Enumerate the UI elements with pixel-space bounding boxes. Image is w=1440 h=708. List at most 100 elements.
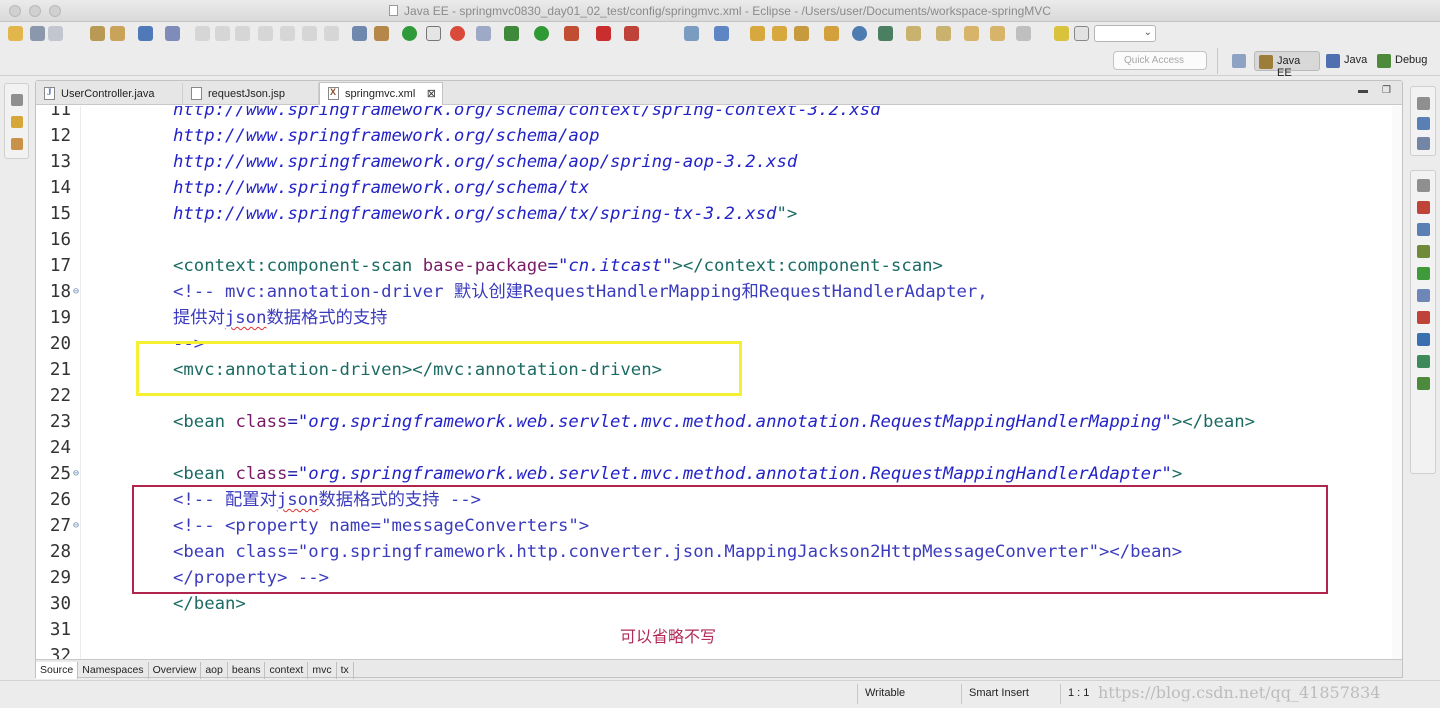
snippets-icon[interactable] [1417,289,1430,302]
line-number: 25 [49,464,71,484]
debug-server-icon[interactable] [450,26,465,41]
skip-breakpoints-icon[interactable] [165,26,180,41]
resume-icon[interactable] [195,26,210,41]
open-folder-icon[interactable] [824,26,839,41]
external-tools-icon[interactable] [564,26,579,41]
line-number: 22 [49,386,71,406]
line-number: 31 [49,620,71,640]
progress-icon[interactable] [1417,355,1430,368]
line-number: 32 [49,646,71,660]
perspective-java[interactable]: Java [1322,51,1368,71]
step-return-icon[interactable] [324,26,339,41]
stop-icon[interactable] [596,26,611,41]
step-over-icon[interactable] [302,26,317,41]
close-icon[interactable]: ⊠ [427,87,436,100]
new-interface-icon[interactable] [794,26,809,41]
next-annotation-icon[interactable] [906,26,921,41]
perspective-debug[interactable]: Debug [1373,51,1435,71]
tab-beans[interactable]: beans [228,662,266,679]
new-java-project-icon[interactable] [714,26,729,41]
tab-namespaces[interactable]: Namespaces [78,662,149,679]
search-icon[interactable] [878,26,893,41]
fold-icon[interactable]: ⊖ [73,513,79,539]
console-icon[interactable] [1417,333,1430,346]
web-browser-icon[interactable] [476,26,491,41]
tab-usercontroller-java[interactable]: UserController.java [36,83,183,105]
markers-icon[interactable] [1417,201,1430,214]
save-icon[interactable] [30,26,45,41]
terminate-icon[interactable] [235,26,250,41]
globe-icon[interactable] [852,26,867,41]
open-resource-icon[interactable] [110,26,125,41]
save-all-icon[interactable] [48,26,63,41]
task-list-icon[interactable] [352,26,367,41]
console-icon[interactable] [138,26,153,41]
new-package-icon[interactable] [750,26,765,41]
line-number: 11 [49,106,71,120]
perspective-java-ee[interactable]: Java EE [1254,51,1320,79]
new-server-icon[interactable] [684,26,699,41]
maximize-icon[interactable]: ❐ [1382,85,1391,96]
bug-icon[interactable] [1417,377,1430,390]
open-perspective-icon [1232,54,1246,68]
new-icon[interactable] [8,26,23,41]
last-edit-location-icon[interactable] [964,26,979,41]
restore-icon[interactable] [1417,179,1430,192]
project-explorer-icon[interactable] [11,116,23,128]
back-icon[interactable] [990,26,1005,41]
minimized-views-bottom [1410,170,1436,474]
suspend-icon[interactable] [215,26,230,41]
tab-context[interactable]: context [265,662,309,679]
file-icon[interactable] [1074,26,1089,41]
new-class-icon[interactable] [772,26,787,41]
toolbar-combo[interactable]: ⌄ [1094,25,1156,42]
tab-springmvc-xml[interactable]: springmvc.xml⊠ [319,82,443,105]
tab-aop[interactable]: aop [201,662,228,679]
debug-icon[interactable] [504,26,519,41]
properties-icon[interactable] [1417,223,1430,236]
problems-icon[interactable] [1417,311,1430,324]
code-line: 18 ⊖ <!-- mvc:annotation-driver 默认创建Reques… [36,279,1402,305]
code-text: <!-- mvc:annotation-driver 默认创建RequestHa… [173,282,988,302]
forward-icon[interactable] [1016,26,1031,41]
code-line: 19 提供对json数据格式的支持 [36,305,1402,331]
code-editor[interactable]: 11 http://www.springframework.org/schema/… [36,106,1402,660]
code-line: 17 <context:component-scan base-package="… [36,253,1402,279]
servers-icon[interactable] [1417,245,1430,258]
restore-icon[interactable] [1417,97,1430,110]
line-number: 17 [49,256,71,276]
run-icon[interactable] [534,26,549,41]
task-list-icon[interactable] [1417,137,1430,150]
java-icon [1326,54,1340,68]
tab-tx[interactable]: tx [337,662,354,679]
writable-status: Writable [865,687,906,699]
open-type-icon[interactable] [90,26,105,41]
restore-icon[interactable] [11,94,23,106]
toggle-mark-icon[interactable] [426,26,441,41]
line-number: 12 [49,126,71,146]
fold-icon[interactable]: ⊖ [73,461,79,487]
code-text: "org.springframework.web.servlet.mvc.met… [297,412,1172,432]
pin-editor-icon[interactable] [1054,26,1069,41]
tab-source[interactable]: Source [36,662,79,679]
coverage-icon[interactable] [624,26,639,41]
hierarchy-icon[interactable] [11,138,23,150]
xml-editor-page-tabs: Source Namespaces Overview aop beans context m… [36,659,1402,679]
line-number: 16 [49,230,71,250]
build-icon[interactable] [374,26,389,41]
tab-overview[interactable]: Overview [149,662,202,679]
vertical-scrollbar[interactable] [1392,106,1402,660]
tab-mvc[interactable]: mvc [308,662,337,679]
disconnect-icon[interactable] [258,26,273,41]
data-source-icon[interactable] [1417,267,1430,280]
tab-requestjson-jsp[interactable]: requestJson.jsp [183,83,319,105]
server-start-icon[interactable] [402,26,417,41]
minimize-icon[interactable]: ▬ [1358,85,1368,96]
previous-annotation-icon[interactable] [936,26,951,41]
step-into-icon[interactable] [280,26,295,41]
code-line: 24 [36,435,1402,461]
quick-access-input[interactable]: Quick Access [1113,51,1207,70]
open-perspective-button[interactable] [1228,51,1248,71]
outline-icon[interactable] [1417,117,1430,130]
fold-icon[interactable]: ⊖ [73,279,79,305]
